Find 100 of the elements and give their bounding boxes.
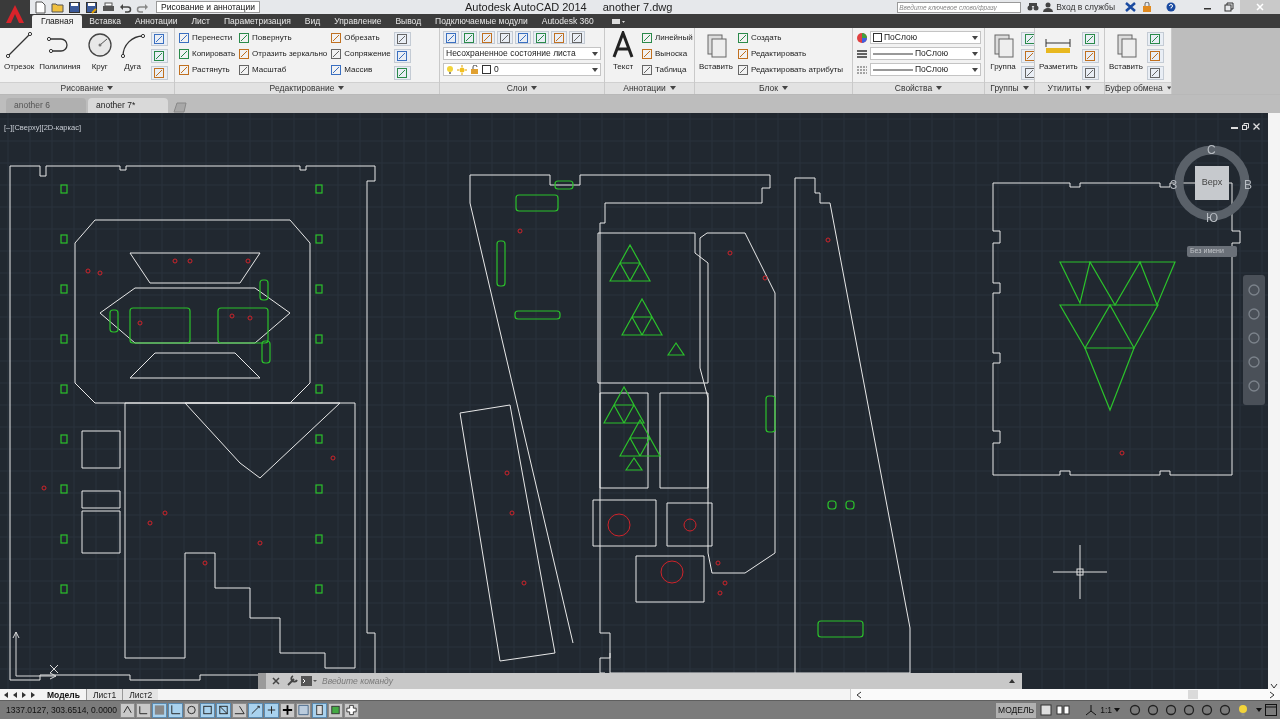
property-dropdown[interactable]: ПоСлою bbox=[870, 63, 981, 76]
bulb-icon[interactable] bbox=[1236, 703, 1250, 717]
last-layout-icon[interactable] bbox=[29, 690, 37, 699]
ribbon-button[interactable]: Вставить bbox=[1108, 31, 1144, 82]
ribbon-button[interactable]: Выноска bbox=[641, 47, 693, 60]
ribbon-tab[interactable]: Вставка bbox=[82, 15, 128, 28]
ribbon-tab[interactable]: Autodesk 360 bbox=[534, 15, 601, 28]
scroll-down-icon[interactable] bbox=[1270, 683, 1278, 690]
caret-icon[interactable] bbox=[338, 86, 345, 91]
restore-icon[interactable] bbox=[1242, 122, 1249, 130]
ribbon-button[interactable]: Линейный bbox=[641, 31, 693, 44]
tool-button[interactable] bbox=[1146, 66, 1164, 80]
ribbon-button[interactable]: Вставить bbox=[698, 31, 734, 82]
save-as-icon[interactable] bbox=[85, 0, 98, 14]
layout-view-icon[interactable] bbox=[1039, 703, 1054, 717]
tool-button[interactable] bbox=[393, 32, 411, 46]
tool-button[interactable] bbox=[1146, 32, 1164, 46]
tool-button[interactable] bbox=[1081, 66, 1099, 80]
ribbon-tab[interactable]: Управление bbox=[327, 15, 389, 28]
exchange-icon[interactable] bbox=[1125, 2, 1136, 12]
ribbon-button[interactable]: Разметить bbox=[1038, 31, 1079, 82]
caret-icon[interactable] bbox=[1256, 708, 1262, 712]
layer-tool-button[interactable] bbox=[569, 31, 585, 44]
layer-tool-button[interactable] bbox=[479, 31, 495, 44]
grip-handle[interactable] bbox=[258, 672, 266, 690]
ribbon-button[interactable]: Масштаб bbox=[238, 63, 328, 76]
document-tab[interactable]: another 6 bbox=[6, 97, 86, 113]
scale-dropdown[interactable]: 1:1 bbox=[1098, 702, 1114, 718]
panel-title[interactable]: Блок bbox=[759, 82, 778, 95]
status-toggle-button[interactable] bbox=[232, 702, 247, 718]
scrollbar-thumb[interactable] bbox=[1188, 690, 1198, 700]
caret-icon[interactable] bbox=[936, 86, 943, 91]
camera-icon[interactable] bbox=[610, 16, 625, 26]
ribbon-button[interactable]: Копировать bbox=[178, 47, 236, 60]
annotation-scale-icon[interactable] bbox=[1084, 703, 1099, 717]
command-prompt-icon[interactable] bbox=[300, 675, 318, 688]
caret-icon[interactable] bbox=[1022, 86, 1029, 91]
status-toggle-button[interactable] bbox=[200, 702, 215, 718]
status-toggle-button[interactable] bbox=[264, 702, 279, 718]
quick-view-icon[interactable] bbox=[1056, 703, 1071, 717]
ribbon-tab[interactable]: Лист bbox=[184, 15, 217, 28]
workspace-dropdown[interactable]: Рисование и аннотации bbox=[156, 1, 260, 13]
caret-icon[interactable] bbox=[669, 86, 676, 91]
ribbon-button[interactable]: Полилиния bbox=[38, 31, 82, 82]
ribbon-button[interactable]: Сопряжение bbox=[330, 47, 391, 60]
color-wheel-icon[interactable] bbox=[856, 31, 868, 44]
tool-button[interactable] bbox=[393, 66, 411, 80]
new-file-icon[interactable] bbox=[34, 0, 47, 14]
layer-dropdown[interactable]: Несохраненное состояние листа bbox=[443, 47, 601, 60]
user-icon[interactable] bbox=[1043, 2, 1054, 12]
model-space-button[interactable]: МОДЕЛЬ bbox=[996, 702, 1037, 718]
layer-dropdown[interactable]: 0 bbox=[443, 63, 601, 76]
save-icon[interactable] bbox=[68, 0, 81, 14]
ribbon-button[interactable]: Редактировать bbox=[736, 47, 844, 60]
tool-button[interactable] bbox=[1021, 32, 1034, 46]
caret-icon[interactable] bbox=[1166, 86, 1171, 91]
ribbon-tab[interactable]: Аннотации bbox=[127, 15, 185, 28]
status-toggle-button[interactable] bbox=[344, 702, 359, 718]
status-toggle-button[interactable] bbox=[184, 702, 199, 718]
caret-icon[interactable] bbox=[1114, 708, 1120, 712]
next-layout-icon[interactable] bbox=[20, 690, 28, 699]
layer-tool-button[interactable] bbox=[497, 31, 513, 44]
horizontal-scrollbar[interactable] bbox=[850, 689, 1280, 701]
tool-button[interactable] bbox=[1146, 49, 1164, 63]
caret-icon[interactable] bbox=[531, 86, 538, 91]
binoculars-icon[interactable] bbox=[1027, 2, 1040, 12]
ribbon-button[interactable]: Редактировать атрибуты bbox=[736, 63, 844, 76]
status-toggle-button[interactable] bbox=[152, 702, 167, 718]
layer-tool-button[interactable] bbox=[461, 31, 477, 44]
viewcube-face[interactable]: Верх bbox=[1195, 165, 1229, 200]
layer-tool-button[interactable] bbox=[551, 31, 567, 44]
tool-button[interactable] bbox=[1081, 49, 1099, 63]
ribbon-button[interactable]: Массив bbox=[330, 63, 391, 76]
tool-button[interactable] bbox=[150, 49, 168, 63]
sign-in-button[interactable]: Вход в службы bbox=[1056, 0, 1115, 14]
status-toggle-button[interactable] bbox=[120, 702, 135, 718]
clean-screen-icon[interactable] bbox=[1264, 703, 1278, 717]
status-toggle-button[interactable] bbox=[248, 702, 263, 718]
status-toggle-button[interactable] bbox=[312, 702, 327, 718]
tool-button[interactable] bbox=[1021, 49, 1034, 63]
ribbon-button[interactable]: Отразить зеркально bbox=[238, 47, 328, 60]
ribbon-tab[interactable]: Вид bbox=[297, 15, 328, 28]
status-toggle-button[interactable] bbox=[216, 702, 231, 718]
tool-button[interactable] bbox=[150, 66, 168, 80]
ribbon-tab[interactable]: Параметризация bbox=[216, 15, 298, 28]
tool-button[interactable] bbox=[1021, 66, 1034, 80]
caret-icon[interactable] bbox=[107, 86, 114, 91]
previous-layout-icon[interactable] bbox=[11, 690, 19, 699]
ribbon-button[interactable]: Растянуть bbox=[178, 63, 236, 76]
ribbon-button[interactable]: Повернуть bbox=[238, 31, 328, 44]
ribbon-button[interactable]: Перенести bbox=[178, 31, 236, 44]
ribbon-button[interactable]: Дуга bbox=[117, 31, 148, 82]
printer-icon[interactable] bbox=[102, 0, 115, 14]
open-folder-icon[interactable] bbox=[51, 0, 64, 14]
tool-button[interactable] bbox=[150, 32, 168, 46]
status-toggle-button[interactable] bbox=[168, 702, 183, 718]
status-toggle-button[interactable] bbox=[136, 702, 151, 718]
status-toggle-button[interactable] bbox=[280, 702, 295, 718]
caret-icon[interactable] bbox=[1085, 86, 1092, 91]
close-icon[interactable] bbox=[1253, 122, 1260, 130]
